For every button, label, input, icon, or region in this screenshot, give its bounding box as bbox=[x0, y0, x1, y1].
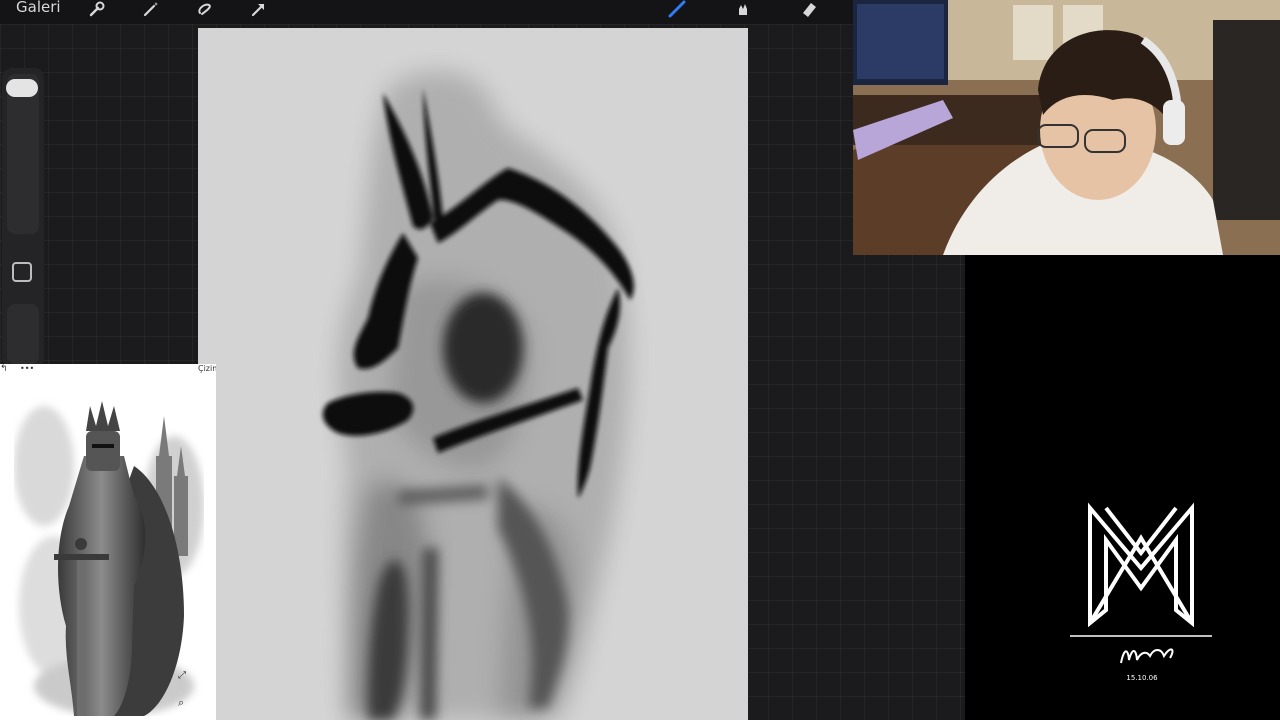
webcam-scene bbox=[853, 0, 1280, 255]
webcam-feed bbox=[853, 0, 1280, 255]
brush-icon[interactable] bbox=[664, 0, 690, 22]
signature-graphic bbox=[1120, 648, 1174, 664]
reference-title: Çizim bbox=[198, 364, 216, 373]
knight-reference-image bbox=[14, 401, 204, 716]
wrench-icon[interactable] bbox=[84, 0, 110, 22]
zoom-icon[interactable]: ⌕ bbox=[178, 696, 184, 710]
close-icon[interactable]: ↰ bbox=[0, 364, 8, 374]
brush-size-handle[interactable] bbox=[6, 79, 38, 97]
reference-panel-header: ↰ ••• Çizim bbox=[0, 364, 216, 378]
modify-button[interactable] bbox=[12, 262, 32, 282]
eraser-icon[interactable] bbox=[796, 0, 822, 22]
reference-panel[interactable]: ↰ ••• Çizim bbox=[0, 364, 216, 720]
opacity-slider[interactable] bbox=[7, 304, 39, 364]
smudge-icon[interactable] bbox=[730, 0, 756, 22]
logo-date: 15.10.06 bbox=[1126, 674, 1158, 682]
expand-icon[interactable]: ⤢ bbox=[178, 670, 186, 681]
brand-logo: 15.10.06 bbox=[1070, 502, 1212, 682]
brush-size-slider[interactable] bbox=[7, 74, 39, 234]
gallery-button[interactable]: Galeri bbox=[16, 0, 61, 16]
drawing-canvas[interactable] bbox=[198, 28, 748, 720]
magic-wand-icon[interactable] bbox=[138, 0, 164, 22]
reference-menu[interactable]: ••• bbox=[20, 364, 34, 373]
top-toolbar: Galeri bbox=[0, 0, 965, 24]
sidebar bbox=[2, 68, 44, 368]
transform-arrow-icon[interactable] bbox=[246, 0, 272, 22]
knight-sketch bbox=[322, 71, 634, 720]
selection-icon[interactable] bbox=[192, 0, 218, 22]
